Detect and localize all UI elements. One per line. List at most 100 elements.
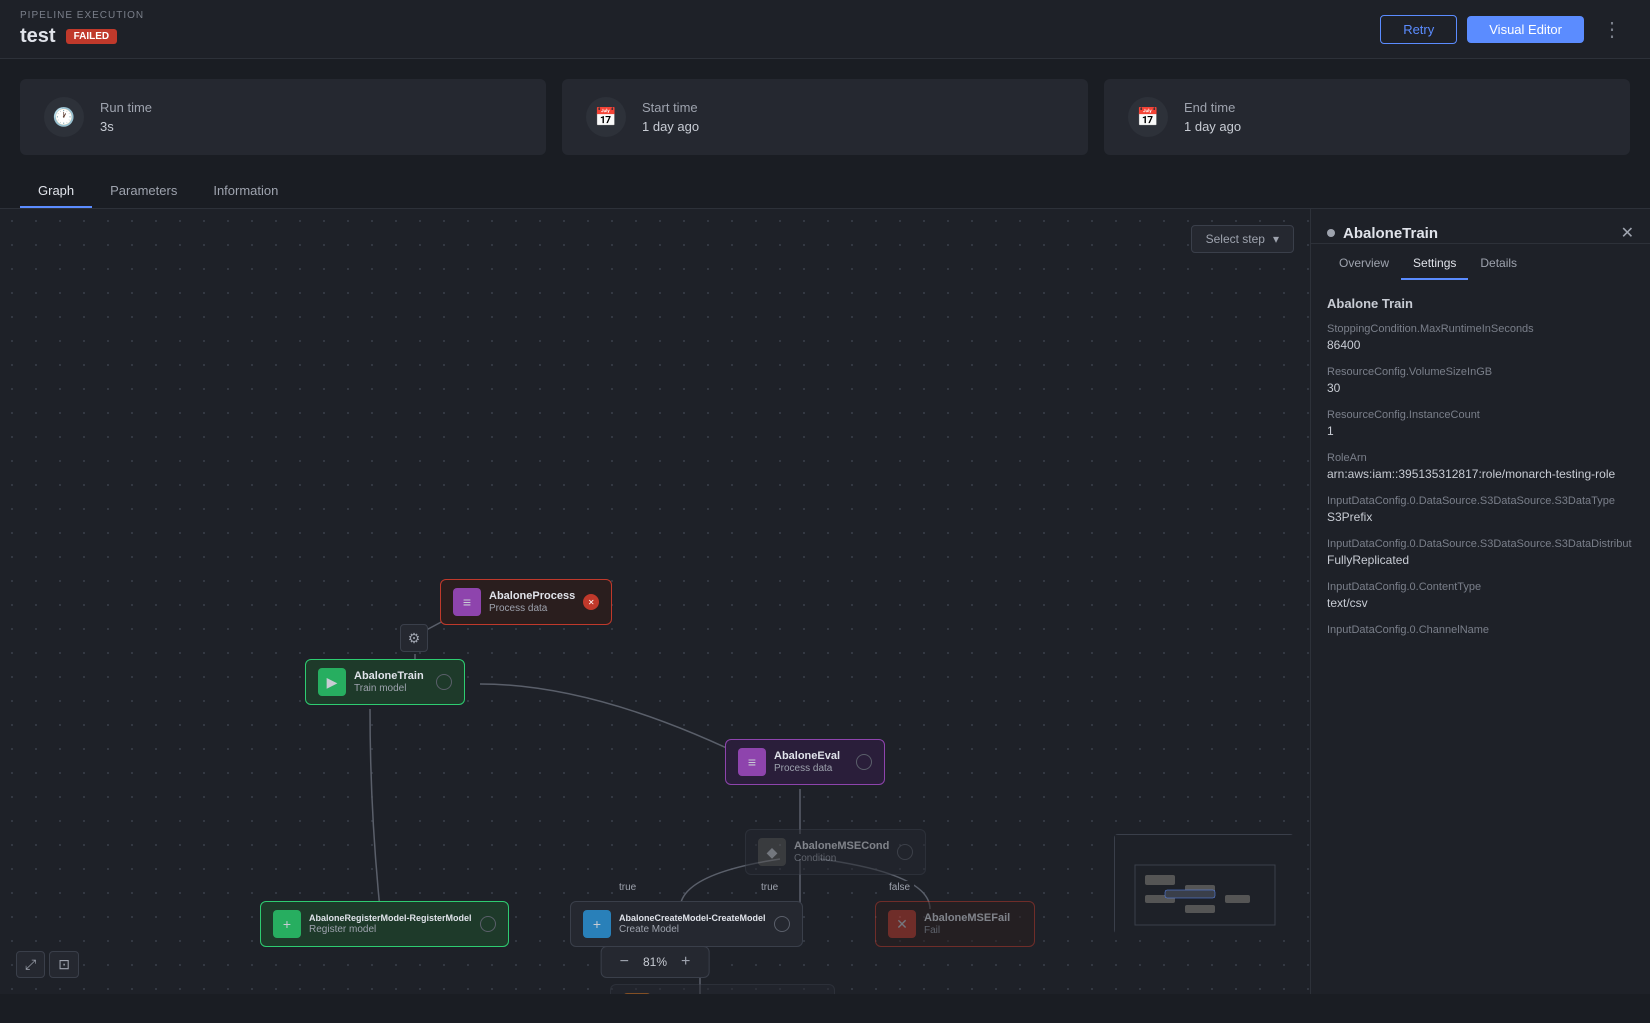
fit-view-button[interactable]: ⊡	[49, 951, 79, 978]
field-label-role: RoleArn	[1327, 452, 1634, 464]
abaloneeval-status	[856, 754, 872, 770]
tab-graph[interactable]: Graph	[20, 175, 92, 208]
zoom-out-button[interactable]: −	[614, 951, 635, 973]
abalonetrain-status	[436, 674, 452, 690]
field-label-content-type: InputDataConfig.0.ContentType	[1327, 581, 1634, 593]
panel-title-row: AbaloneTrain	[1327, 225, 1438, 242]
abalonecreate-status	[774, 916, 790, 932]
stat-card-endtime: 📅 End time 1 day ago	[1104, 79, 1630, 155]
abalonemcefail-name: AbaloneMSEFail	[924, 912, 1010, 924]
starttime-label: Start time	[642, 100, 699, 115]
retry-button[interactable]: Retry	[1380, 15, 1457, 44]
panel-title: AbaloneTrain	[1343, 225, 1438, 242]
abalonemcefail-icon: ✕	[888, 910, 916, 938]
tab-information[interactable]: Information	[195, 175, 296, 208]
field-value-volume: 30	[1327, 381, 1634, 395]
abaloneprocess-status: ✕	[583, 594, 599, 610]
mini-map-svg	[1115, 835, 1295, 935]
edge-label-true-2: true	[757, 881, 782, 894]
field-s3distrib: InputDataConfig.0.DataSource.S3DataSourc…	[1327, 538, 1634, 567]
abalonemcefail-sub: Fail	[924, 925, 1010, 936]
node-abalonemcecond[interactable]: ◆ AbaloneMSECond Condition	[745, 829, 926, 875]
runtime-info: Run time 3s	[100, 100, 152, 134]
abaloneprocess-name: AbaloneProcess	[489, 590, 575, 602]
node-abaloneeval[interactable]: ≡ AbaloneEval Process data	[725, 739, 885, 785]
node-abalonetransform[interactable]: ★ AbaloneTransform Deploy model (batch i…	[610, 984, 835, 994]
node-abalonetrain[interactable]: ▶ AbaloneTrain Train model	[305, 659, 465, 705]
header-right: Retry Visual Editor ⋮	[1380, 13, 1630, 46]
field-value-s3datatype: S3Prefix	[1327, 510, 1634, 524]
abalonecreate-name: AbaloneCreateModel-CreateModel	[619, 913, 766, 923]
endtime-icon: 📅	[1128, 97, 1168, 137]
panel-tab-details[interactable]: Details	[1468, 248, 1529, 280]
panel-header: AbaloneTrain ✕	[1311, 209, 1650, 244]
edge-label-false: false	[885, 881, 914, 894]
runtime-label: Run time	[100, 100, 152, 115]
right-panel: AbaloneTrain ✕ Overview Settings Details…	[1310, 209, 1650, 994]
abaloneprocess-sub: Process data	[489, 603, 575, 614]
panel-section-title: Abalone Train	[1327, 296, 1634, 311]
panel-close-button[interactable]: ✕	[1621, 223, 1634, 243]
tab-parameters[interactable]: Parameters	[92, 175, 195, 208]
zoom-in-button[interactable]: +	[675, 951, 696, 973]
expand-button[interactable]: ⤢	[16, 951, 45, 978]
endtime-value: 1 day ago	[1184, 119, 1241, 134]
header-left: PIPELINE EXECUTION test Failed	[20, 10, 144, 48]
stats-row: 🕐 Run time 3s 📅 Start time 1 day ago 📅 E…	[0, 59, 1650, 175]
zoom-controls: − 81% +	[601, 946, 710, 978]
field-s3datatype: InputDataConfig.0.DataSource.S3DataSourc…	[1327, 495, 1634, 524]
field-label-stopping: StoppingCondition.MaxRuntimeInSeconds	[1327, 323, 1634, 335]
chevron-down-icon: ▾	[1273, 232, 1279, 246]
panel-tab-settings[interactable]: Settings	[1401, 248, 1468, 280]
stat-card-runtime: 🕐 Run time 3s	[20, 79, 546, 155]
field-label-instance: ResourceConfig.InstanceCount	[1327, 409, 1634, 421]
pipeline-title: test	[20, 25, 56, 48]
abaloneeval-sub: Process data	[774, 763, 840, 774]
main-content: Select step ▾ true true false ⚙	[0, 209, 1650, 994]
more-options-button[interactable]: ⋮	[1594, 13, 1630, 46]
field-label-s3distrib: InputDataConfig.0.DataSource.S3DataSourc…	[1327, 538, 1634, 550]
abalonetrain-sub: Train model	[354, 683, 424, 694]
graph-canvas[interactable]: Select step ▾ true true false ⚙	[0, 209, 1310, 994]
abalonetrain-icon: ▶	[318, 668, 346, 696]
visual-editor-button[interactable]: Visual Editor	[1467, 16, 1584, 43]
stat-card-starttime: 📅 Start time 1 day ago	[562, 79, 1088, 155]
gear-node[interactable]: ⚙	[400, 624, 428, 652]
node-abaloneprocess[interactable]: ≡ AbaloneProcess Process data ✕	[440, 579, 612, 625]
field-value-instance: 1	[1327, 424, 1634, 438]
field-volume-size: ResourceConfig.VolumeSizeInGB 30	[1327, 366, 1634, 395]
status-badge: Failed	[66, 29, 118, 44]
abaloneprocess-icon: ≡	[453, 588, 481, 616]
abaloneregister-status	[480, 916, 496, 932]
tabs-row: Graph Parameters Information	[0, 175, 1650, 209]
node-abalonecreatemodel[interactable]: + AbaloneCreateModel-CreateModel Create …	[570, 901, 803, 947]
field-content-type: InputDataConfig.0.ContentType text/csv	[1327, 581, 1634, 610]
abaloneregister-sub: Register model	[309, 924, 472, 935]
abalonetrain-name: AbaloneTrain	[354, 670, 424, 682]
panel-tab-overview[interactable]: Overview	[1327, 248, 1401, 280]
select-step-label: Select step	[1206, 232, 1265, 246]
abalonetransform-icon: ★	[623, 993, 651, 994]
pipeline-label: PIPELINE EXECUTION	[20, 10, 144, 21]
abalonemcecond-name: AbaloneMSECond	[794, 840, 889, 852]
node-abaloneregistermodel[interactable]: + AbaloneRegisterModel-RegisterModel Reg…	[260, 901, 509, 947]
abaloneregister-name: AbaloneRegisterModel-RegisterModel	[309, 913, 472, 923]
field-stopping-condition: StoppingCondition.MaxRuntimeInSeconds 86…	[1327, 323, 1634, 352]
field-value-content-type: text/csv	[1327, 596, 1634, 610]
starttime-value: 1 day ago	[642, 119, 699, 134]
map-controls: ⤢ ⊡	[16, 951, 79, 978]
node-abalonemcefail[interactable]: ✕ AbaloneMSEFail Fail	[875, 901, 1035, 947]
abalonemcecond-sub: Condition	[794, 853, 889, 864]
runtime-value: 3s	[100, 119, 152, 134]
runtime-icon: 🕐	[44, 97, 84, 137]
select-step-dropdown[interactable]: Select step ▾	[1191, 225, 1294, 253]
panel-body: Abalone Train StoppingCondition.MaxRunti…	[1311, 280, 1650, 994]
endtime-info: End time 1 day ago	[1184, 100, 1241, 134]
field-label-volume: ResourceConfig.VolumeSizeInGB	[1327, 366, 1634, 378]
abalonemcecond-status	[897, 844, 913, 860]
field-value-stopping: 86400	[1327, 338, 1634, 352]
edge-label-true-1: true	[615, 881, 640, 894]
panel-dot	[1327, 229, 1335, 237]
mini-map	[1114, 834, 1294, 934]
zoom-value-display: 81%	[643, 955, 667, 969]
